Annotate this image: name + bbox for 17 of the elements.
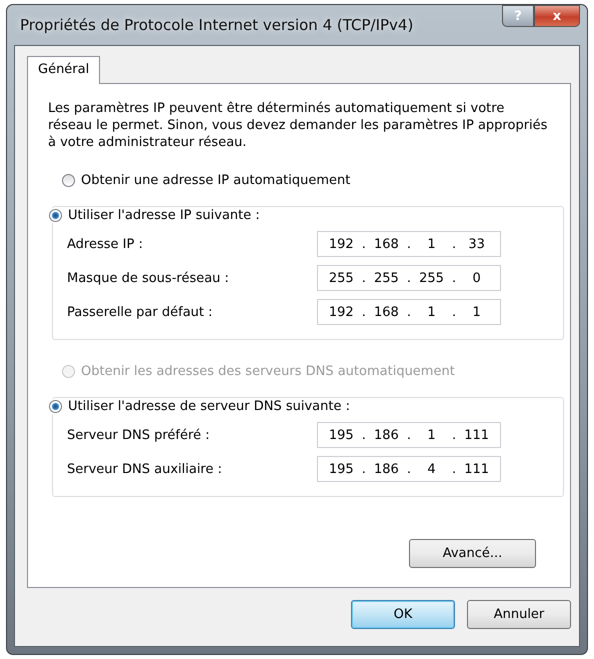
tab[interactable]: Général [27, 56, 100, 84]
close-button[interactable]: x [534, 5, 580, 27]
ip-address-field[interactable]: 195 . 186 . 4 . 111 [317, 456, 501, 482]
ok-button[interactable]: OK [351, 600, 455, 629]
advanced-button[interactable]: Avancé... [409, 539, 536, 568]
cancel-button[interactable]: Annuler [467, 600, 571, 629]
field-label: Serveur DNS préféré : [67, 428, 210, 442]
ip-address-field[interactable]: 255 . 255 . 255 . 0 [317, 265, 501, 291]
window-title: Propriétés de Protocole Internet version 4 (TCP/IPv4) [19, 16, 414, 34]
field-label: Adresse IP : [67, 236, 143, 252]
ip-address-field[interactable]: 192 . 168 . 1 . 1 [317, 299, 501, 325]
field-label: Masque de sous-réseau : [67, 270, 229, 286]
description-text: Les paramètres IP peuvent être déterminés automatiquement si votre réseau le permet. Sinon, vous devez demander les paramètres IP appropriés à votre administrateur réseau. [48, 100, 548, 151]
field-label: Serveur DNS auxiliaire : [67, 462, 222, 476]
field-label: Passerelle par défaut : [67, 304, 213, 320]
ip-address-field[interactable]: 192 . 168 . 1 . 33 [317, 231, 501, 257]
ip-address-field[interactable]: 195 . 186 . 1 . 111 [317, 422, 501, 448]
